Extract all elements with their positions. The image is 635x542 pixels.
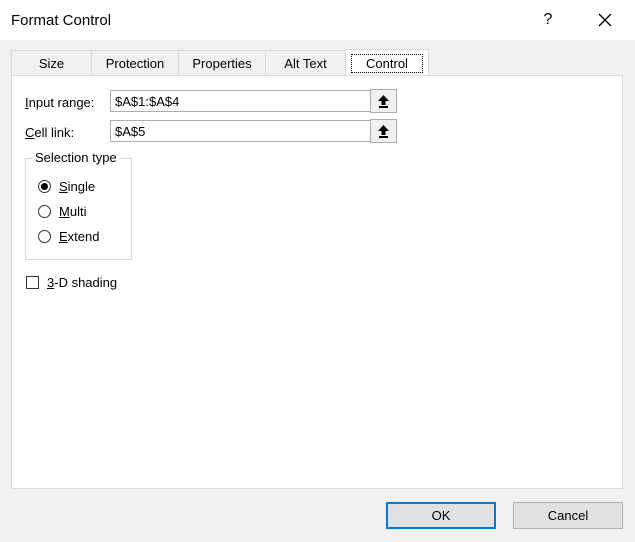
3d-shading-label: 3-D shading bbox=[47, 275, 118, 290]
close-button[interactable] bbox=[585, 4, 625, 36]
control-tab-panel: Input range: Cell link: Selection type S… bbox=[11, 75, 623, 489]
radio-single[interactable]: Single bbox=[38, 179, 95, 194]
selection-type-legend: Selection type bbox=[33, 150, 119, 165]
radio-single-indicator[interactable] bbox=[38, 180, 51, 193]
help-button[interactable]: ? bbox=[528, 4, 568, 36]
radio-multi-label: Multi bbox=[59, 204, 87, 219]
radio-single-label: Single bbox=[59, 179, 96, 194]
radio-multi-indicator[interactable] bbox=[38, 205, 51, 218]
ok-button[interactable]: OK bbox=[386, 502, 496, 529]
tab-protection-label: Protection bbox=[105, 55, 165, 71]
cancel-button[interactable]: Cancel bbox=[513, 502, 623, 529]
tab-alt-text-label: Alt Text bbox=[284, 55, 327, 71]
ok-button-label: OK bbox=[431, 508, 451, 523]
upload-arrow-icon bbox=[378, 124, 389, 138]
title-bar: Format Control ? bbox=[0, 0, 635, 40]
cell-link-label: Cell link: bbox=[25, 125, 75, 140]
cancel-button-label: Cancel bbox=[547, 508, 589, 523]
upload-arrow-icon bbox=[378, 94, 389, 108]
input-range-label: Input range: bbox=[25, 95, 95, 110]
radio-extend-label: Extend bbox=[59, 229, 100, 244]
format-control-dialog: Format Control ? Size Protection Propert… bbox=[0, 0, 635, 542]
cell-link-field[interactable] bbox=[110, 120, 372, 142]
tab-properties[interactable]: Properties bbox=[178, 50, 266, 75]
selection-type-group: Selection type Single Multi Extend bbox=[25, 150, 132, 260]
tab-alt-text[interactable]: Alt Text bbox=[265, 50, 346, 75]
close-icon bbox=[598, 13, 612, 27]
3d-shading-checkbox[interactable] bbox=[26, 276, 39, 289]
tab-control[interactable]: Control bbox=[345, 49, 429, 76]
tab-size[interactable]: Size bbox=[11, 50, 92, 75]
dialog-title: Format Control bbox=[11, 12, 112, 29]
tab-control-label: Control bbox=[351, 53, 423, 73]
radio-extend[interactable]: Extend bbox=[38, 229, 99, 244]
input-range-field[interactable] bbox=[110, 90, 372, 112]
radio-multi[interactable]: Multi bbox=[38, 204, 86, 219]
3d-shading-option[interactable]: 3-D shading bbox=[26, 275, 117, 290]
help-label: ? bbox=[543, 11, 553, 28]
tab-size-label: Size bbox=[38, 55, 65, 71]
radio-extend-indicator[interactable] bbox=[38, 230, 51, 243]
input-range-collapse-button[interactable] bbox=[370, 89, 397, 113]
tab-properties-label: Properties bbox=[192, 55, 252, 71]
cell-link-collapse-button[interactable] bbox=[370, 119, 397, 143]
tab-protection[interactable]: Protection bbox=[91, 50, 179, 75]
